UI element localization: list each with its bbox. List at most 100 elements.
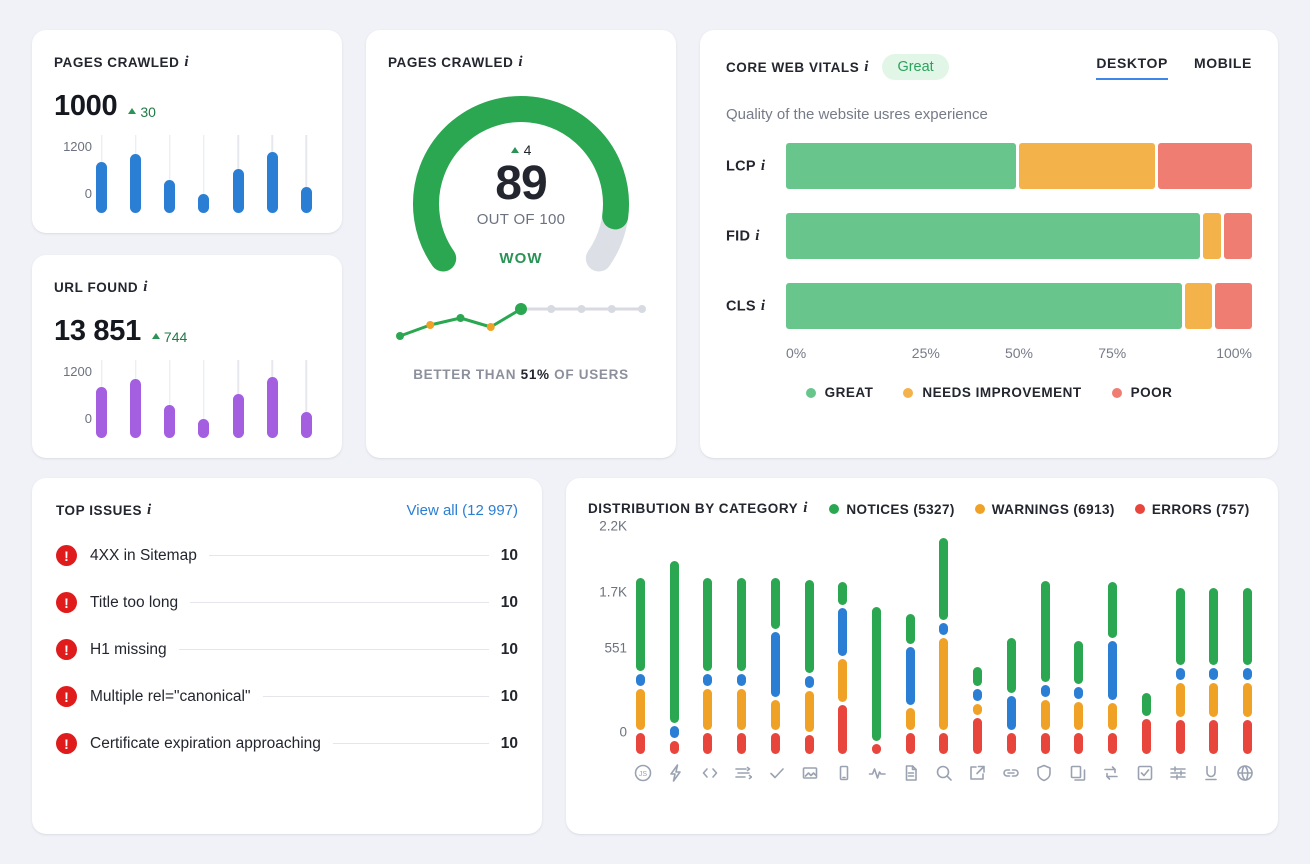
caret-up-icon	[128, 108, 137, 114]
stacked-bar-column[interactable]	[872, 532, 882, 754]
stacked-bar-column[interactable]	[669, 532, 679, 754]
dashboard: PAGES CRAWLED i 1000 30 1200 0 URL FOUND i…	[0, 0, 1310, 864]
stacked-bar-column[interactable]	[1074, 532, 1084, 754]
js-icon[interactable]: JS	[632, 762, 654, 784]
underline-icon[interactable]	[1200, 762, 1222, 784]
view-all-link[interactable]: View all (12 997)	[407, 502, 518, 519]
search-icon[interactable]	[933, 762, 955, 784]
link-icon[interactable]	[1000, 762, 1022, 784]
bar-segment-orange	[939, 638, 949, 730]
cwv-x-tick: 25%	[911, 345, 940, 361]
mobile-icon[interactable]	[833, 762, 855, 784]
metric-delta: 30	[128, 104, 156, 120]
issue-row[interactable]: ! Certificate expiration approaching 10	[56, 733, 518, 754]
bar-segment-orange	[1074, 702, 1084, 730]
stacked-bar-column[interactable]	[703, 532, 713, 754]
shield-icon[interactable]	[1033, 762, 1055, 784]
tab-mobile[interactable]: MOBILE	[1194, 55, 1252, 80]
pulse-icon[interactable]	[866, 762, 888, 784]
document-icon[interactable]	[900, 762, 922, 784]
stacked-bar-column[interactable]	[1006, 532, 1016, 754]
sliders-icon[interactable]	[1167, 762, 1189, 784]
bar-segment-blue	[973, 689, 983, 701]
info-icon[interactable]: i	[864, 59, 868, 76]
stacked-bar-column[interactable]	[1242, 532, 1252, 754]
delta-value: 30	[140, 104, 156, 120]
external-link-icon[interactable]	[966, 762, 988, 784]
info-icon[interactable]: i	[143, 279, 147, 296]
globe-icon[interactable]	[1234, 762, 1256, 784]
check-icon[interactable]	[766, 762, 788, 784]
bar-segment-green	[1209, 588, 1219, 665]
bar-column	[300, 360, 312, 438]
legend-item: ERRORS (757)	[1134, 502, 1250, 517]
cwv-row: FID i	[726, 213, 1252, 259]
bar-column	[130, 135, 142, 213]
gauge-footer: BETTER THAN 51% OF USERS	[388, 367, 654, 382]
issue-row[interactable]: ! H1 missing 10	[56, 639, 518, 660]
stacked-bar-column[interactable]	[939, 532, 949, 754]
cwv-header: CORE WEB VITALS i Great DESKTOP MOBILE	[726, 54, 1252, 80]
copy-icon[interactable]	[1067, 762, 1089, 784]
lightning-icon[interactable]	[665, 762, 687, 784]
stacked-bar-column[interactable]	[770, 532, 780, 754]
bar-segment-blue	[905, 647, 915, 705]
top-issues-header: TOP ISSUES i View all (12 997)	[56, 502, 518, 519]
bar-fill	[198, 194, 210, 213]
bar-fill	[96, 387, 107, 438]
issue-row[interactable]: ! Multiple rel="canonical" 10	[56, 686, 518, 707]
bar-segment-red	[939, 733, 949, 754]
bar-segment-blue	[669, 726, 679, 738]
stacked-bars	[632, 532, 1256, 754]
cwv-stacked-bar	[786, 213, 1252, 259]
distribution-card: DISTRIBUTION BY CATEGORY i NOTICES (5327)…	[566, 478, 1278, 834]
info-icon[interactable]: i	[761, 158, 765, 175]
stacked-bar-column[interactable]	[1108, 532, 1118, 754]
cwv-segment-poor	[1215, 283, 1252, 329]
code-icon[interactable]	[699, 762, 721, 784]
info-icon[interactable]: i	[184, 54, 188, 71]
cwv-x-tick: 75%	[1098, 345, 1127, 361]
cwv-segment-great	[786, 143, 1016, 189]
bar-segment-red	[1108, 733, 1118, 754]
gauge-delta: 4	[510, 142, 531, 158]
issue-row[interactable]: ! Title too long 10	[56, 592, 518, 613]
image-icon[interactable]	[799, 762, 821, 784]
bar-segment-red	[1242, 720, 1252, 754]
bar-segment-green	[973, 667, 983, 686]
info-icon[interactable]: i	[147, 502, 151, 519]
issue-count: 10	[500, 546, 518, 564]
card-title: DISTRIBUTION BY CATEGORY	[588, 501, 799, 517]
issue-row[interactable]: ! 4XX in Sitemap 10	[56, 545, 518, 566]
info-icon[interactable]: i	[518, 54, 522, 71]
bar-segment-blue	[1209, 668, 1219, 680]
tab-desktop[interactable]: DESKTOP	[1096, 55, 1168, 80]
checkbox-icon[interactable]	[1134, 762, 1156, 784]
svg-text:JS: JS	[639, 771, 648, 778]
info-icon[interactable]: i	[803, 500, 807, 517]
bar-fill	[266, 152, 278, 213]
url-found-card: URL FOUND i 13 851 744 1200 0	[32, 255, 342, 458]
speed-icon[interactable]	[732, 762, 754, 784]
info-icon[interactable]: i	[761, 298, 765, 315]
issue-count: 10	[500, 734, 518, 752]
stacked-bar-column[interactable]	[737, 532, 747, 754]
cwv-segment-great	[786, 213, 1200, 259]
stacked-bar-column[interactable]	[973, 532, 983, 754]
stacked-bar-column[interactable]	[905, 532, 915, 754]
info-icon[interactable]: i	[755, 228, 759, 245]
bar-segment-orange	[838, 659, 848, 702]
bar-segment-orange	[1242, 683, 1252, 717]
pages-crawled-card: PAGES CRAWLED i 1000 30 1200 0	[32, 30, 342, 233]
stacked-bar-column[interactable]	[636, 532, 645, 754]
card-title: CORE WEB VITALS	[726, 59, 860, 75]
legend-item: WARNINGS (6913)	[974, 502, 1115, 517]
legend-item: NOTICES (5327)	[829, 502, 954, 517]
stacked-bar-column[interactable]	[1040, 532, 1050, 754]
stacked-bar-column[interactable]	[804, 532, 814, 754]
stacked-bar-column[interactable]	[838, 532, 848, 754]
stacked-bar-column[interactable]	[1209, 532, 1219, 754]
stacked-bar-column[interactable]	[1175, 532, 1185, 754]
stacked-bar-column[interactable]	[1141, 532, 1151, 754]
swap-icon[interactable]	[1100, 762, 1122, 784]
